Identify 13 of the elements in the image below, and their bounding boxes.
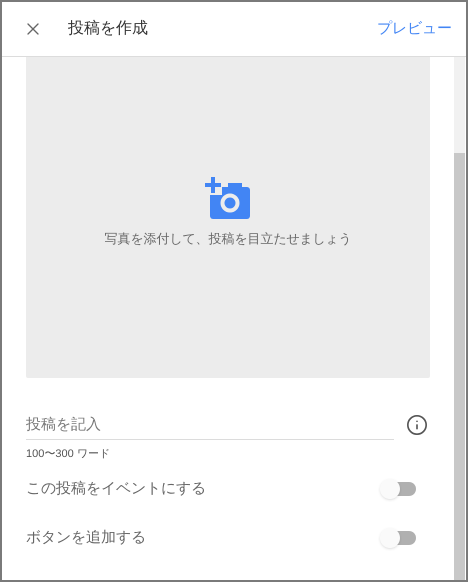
info-icon[interactable] <box>406 414 428 436</box>
toggle-switch[interactable] <box>380 479 416 500</box>
toggle-switch[interactable] <box>380 528 416 548</box>
word-count-hint: 100〜300 ワード <box>26 446 111 462</box>
scrollbar[interactable] <box>454 57 465 580</box>
photo-upload-area[interactable]: 写真を添付して、投稿を目立たせましょう <box>26 57 430 378</box>
dialog-title: 投稿を作成 <box>68 18 148 39</box>
preview-link[interactable]: プレビュー <box>377 18 452 40</box>
add-photo-icon <box>204 176 252 219</box>
photo-hint: 写真を添付して、投稿を目立たせましょう <box>104 230 352 248</box>
toggle-label: ボタンを追加する <box>26 528 146 548</box>
post-input-field[interactable]: 投稿を記入 <box>26 414 394 440</box>
toggle-label: この投稿をイベントにする <box>26 479 206 499</box>
